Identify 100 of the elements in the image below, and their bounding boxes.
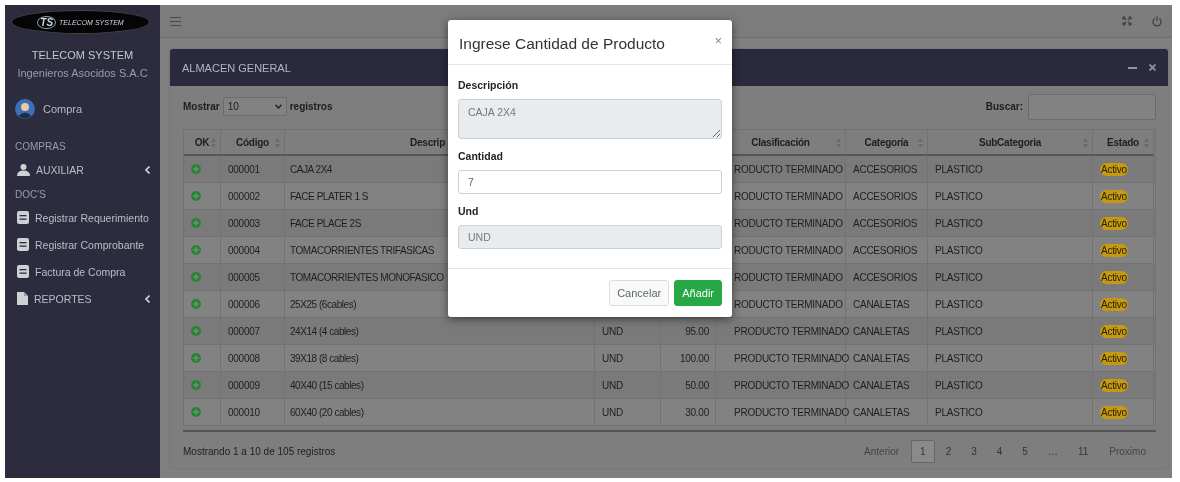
add-icon[interactable] xyxy=(191,218,201,228)
menu-icon[interactable] xyxy=(170,16,181,26)
user-icon xyxy=(17,163,30,176)
add-icon[interactable] xyxy=(191,326,201,336)
table-cell: 000006 xyxy=(228,298,260,310)
page-link[interactable]: 3 xyxy=(962,439,986,463)
status-badge: Activo xyxy=(1100,216,1128,230)
column-header[interactable]: Clasificación xyxy=(751,136,810,148)
table-cell: UND xyxy=(602,406,623,418)
table-cell: 000003 xyxy=(228,217,260,229)
table-cell: PLASTICO xyxy=(935,190,983,202)
table-cell: UND xyxy=(602,325,623,337)
minimize-icon[interactable] xyxy=(1128,66,1137,69)
length-label: registros xyxy=(289,101,333,112)
status-badge: Activo xyxy=(1100,324,1128,338)
add-button[interactable]: Añadir xyxy=(674,280,722,306)
menu-item[interactable]: Factura de Compra xyxy=(17,262,150,281)
table-cell: PRODUCTO TERMINADO xyxy=(734,352,850,364)
column-header[interactable]: Estado xyxy=(1107,136,1139,148)
close-button[interactable]: × xyxy=(714,34,722,47)
table-cell: 000010 xyxy=(228,406,260,418)
status-badge: Activo xyxy=(1100,405,1128,419)
document-icon xyxy=(17,211,29,224)
column-header[interactable]: SubCategoria xyxy=(979,136,1041,148)
company-subtitle: Ingenieros Asocidos S.A.C xyxy=(16,67,149,79)
add-icon[interactable] xyxy=(191,407,201,417)
page-link[interactable]: 2 xyxy=(936,439,961,463)
table-cell: RODUCTO TERMINADO xyxy=(734,298,843,310)
caret-icon xyxy=(274,104,282,109)
table-cell: 50.00 xyxy=(685,379,709,391)
table-cell: UND xyxy=(602,352,623,364)
page-link[interactable]: 5 xyxy=(1013,439,1037,463)
table-cell: 000007 xyxy=(228,325,260,337)
length-label: Mostrar xyxy=(183,101,220,112)
add-icon[interactable] xyxy=(191,191,201,201)
add-icon[interactable] xyxy=(191,380,201,390)
table-cell: ACCESORIOS xyxy=(853,163,918,175)
field-label: Und xyxy=(458,205,480,217)
table-cell: PLASTICO xyxy=(935,379,983,391)
table-cell: 000001 xyxy=(228,163,260,175)
table-cell: 000008 xyxy=(228,352,260,364)
table-cell: RODUCTO TERMINADO xyxy=(734,190,843,202)
menu-item[interactable]: Registrar Comprobante xyxy=(17,235,150,254)
table-cell: PLASTICO xyxy=(935,406,983,418)
table-cell: FACE PLATER 1 S xyxy=(290,190,369,202)
add-icon[interactable] xyxy=(191,272,201,282)
table-cell: PLASTICO xyxy=(935,244,983,256)
power-icon[interactable] xyxy=(1152,15,1162,27)
field-label: Cantidad xyxy=(458,150,504,162)
modal-title: Ingrese Cantidad de Producto xyxy=(459,35,666,53)
menu-item[interactable]: REPORTES xyxy=(17,289,150,308)
page-link[interactable]: 11 xyxy=(1068,439,1098,463)
page-link[interactable]: 1 xyxy=(911,439,935,463)
column-header[interactable]: OK xyxy=(194,136,210,148)
table-cell: 000005 xyxy=(228,271,260,283)
status-badge: Activo xyxy=(1100,351,1128,365)
column-header[interactable]: Descrip xyxy=(410,136,445,148)
close-icon[interactable] xyxy=(1149,64,1156,71)
page-link[interactable]: 4 xyxy=(987,439,1012,463)
page-link[interactable]: … xyxy=(1038,439,1067,463)
field-label: Descripción xyxy=(458,79,520,91)
table-cell: RODUCTO TERMINADO xyxy=(734,163,843,175)
page-size-select[interactable]: 10 xyxy=(222,97,287,116)
column-header[interactable]: Código xyxy=(236,136,269,148)
cancel-button[interactable]: Cancelar xyxy=(609,280,670,306)
input-field[interactable]: 7 xyxy=(458,170,722,194)
table-cell: CANALETAS xyxy=(853,406,910,418)
table-cell: PLASTICO xyxy=(935,217,983,229)
table-cell: 24X14 (4 cables) xyxy=(290,325,359,337)
table-cell: CAJA 2X4 xyxy=(290,163,332,175)
table-cell: 30.00 xyxy=(685,406,709,418)
add-icon[interactable] xyxy=(191,353,201,363)
previous-link[interactable]: Anterior xyxy=(854,439,910,463)
status-badge: Activo xyxy=(1100,378,1128,392)
status-badge: Activo xyxy=(1100,189,1128,203)
status-badge: Activo xyxy=(1100,243,1128,257)
status-badge: Activo xyxy=(1100,270,1128,284)
table-cell: PRODUCTO TERMINADO xyxy=(734,406,850,418)
add-icon[interactable] xyxy=(191,245,201,255)
document-icon xyxy=(17,265,29,278)
next-link[interactable]: Proximo xyxy=(1099,439,1156,463)
table-cell: PLASTICO xyxy=(935,271,983,283)
add-icon[interactable] xyxy=(191,164,201,174)
column-header[interactable]: Categoría xyxy=(864,136,909,148)
avatar-icon xyxy=(15,99,35,119)
table-cell: CANALETAS xyxy=(853,379,910,391)
table-cell: PRODUCTO TERMINADO xyxy=(734,325,850,337)
menu-item[interactable]: AUXILIAR xyxy=(17,160,150,179)
status-badge: Activo xyxy=(1100,297,1128,311)
table-cell: 000004 xyxy=(228,244,260,256)
fullscreen-icon[interactable] xyxy=(1122,16,1132,26)
menu-item[interactable]: Registrar Requerimiento xyxy=(17,208,150,227)
chevron-left-icon xyxy=(145,165,150,174)
status-badge: Activo xyxy=(1100,162,1128,176)
search-label: Buscar: xyxy=(985,101,1023,112)
table-cell: 000002 xyxy=(228,190,260,202)
table-cell: PRODUCTO TERMINADO xyxy=(734,379,850,391)
table-cell: 000009 xyxy=(228,379,260,391)
add-icon[interactable] xyxy=(191,299,201,309)
table-cell: PLASTICO xyxy=(935,352,983,364)
